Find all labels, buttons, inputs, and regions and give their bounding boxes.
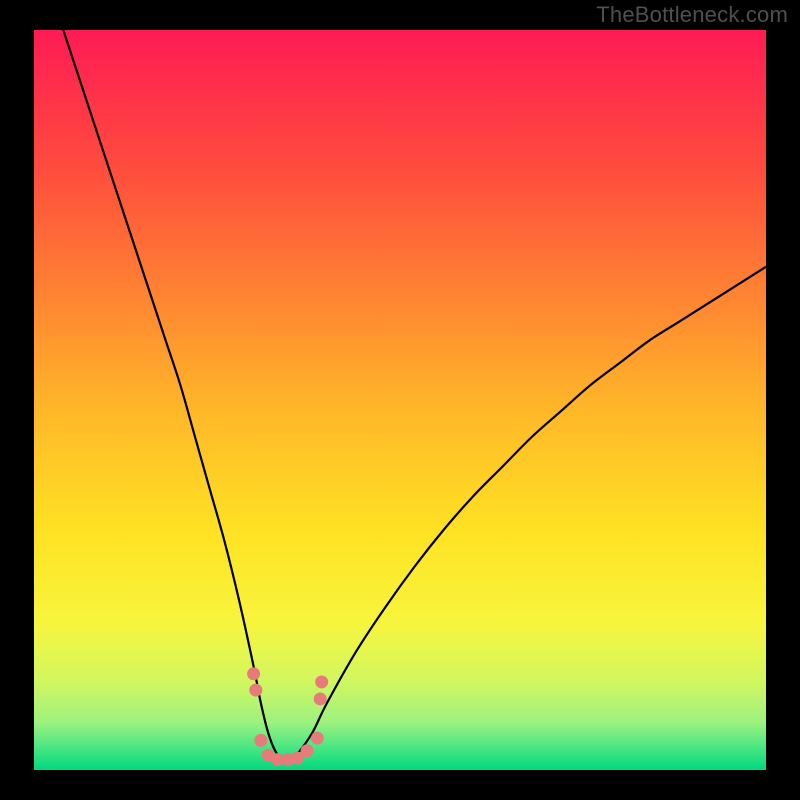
bottleneck-chart: [0, 0, 800, 800]
watermark-text: TheBottleneck.com: [596, 2, 788, 28]
curve-marker: [249, 684, 262, 697]
curve-marker: [315, 675, 328, 688]
curve-marker: [247, 667, 260, 680]
curve-marker: [301, 744, 314, 757]
curve-marker: [311, 732, 324, 745]
curve-marker: [314, 692, 327, 705]
chart-frame: TheBottleneck.com: [0, 0, 800, 800]
curve-marker: [254, 734, 267, 747]
plot-background: [34, 30, 766, 770]
